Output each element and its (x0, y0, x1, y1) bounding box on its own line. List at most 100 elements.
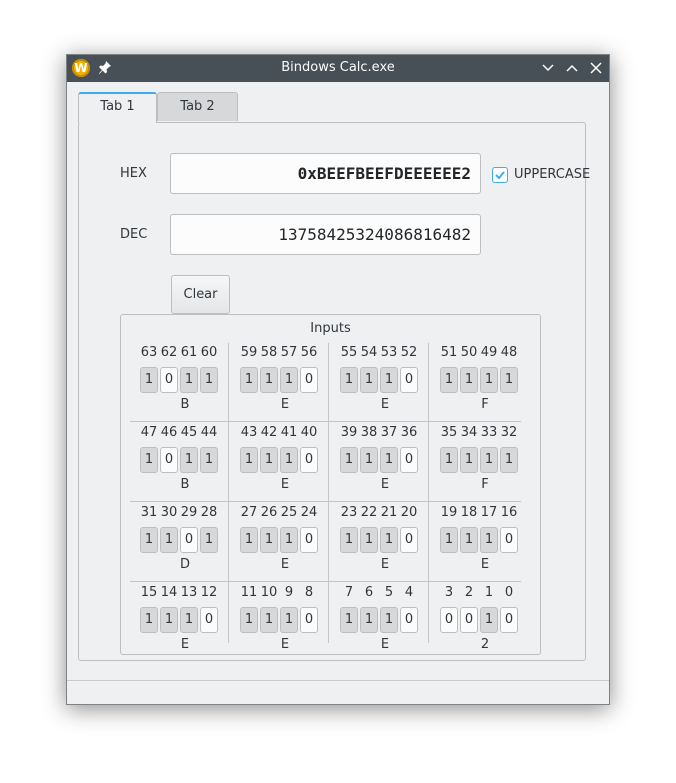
bit-toggle-button[interactable]: 0 (400, 607, 418, 633)
bit-number-label: 48 (500, 345, 518, 360)
minimize-icon[interactable] (540, 60, 556, 76)
bit-toggle-button[interactable]: 1 (340, 607, 358, 633)
nibble-hex-digit: E (280, 637, 290, 652)
bit-toggle-button[interactable]: 1 (280, 367, 298, 393)
bit-toggle-button[interactable]: 1 (140, 447, 158, 473)
bit-toggle-button[interactable]: 0 (300, 607, 318, 633)
bit-toggle-button[interactable]: 1 (140, 527, 158, 553)
clear-button[interactable]: Clear (171, 275, 230, 314)
bit-toggle-button[interactable]: 1 (340, 447, 358, 473)
bit-toggle-button[interactable]: 1 (200, 447, 218, 473)
close-icon[interactable] (588, 60, 604, 76)
nibble-hex-digit: E (480, 557, 490, 572)
hex-label: HEX (120, 166, 147, 181)
bit-toggle-button[interactable]: 1 (340, 527, 358, 553)
hex-field[interactable]: 0xBEEFBEEFDEEEEEE2 (170, 153, 481, 194)
bit-toggle-button[interactable]: 1 (260, 607, 278, 633)
bit-toggle-button[interactable]: 0 (460, 607, 478, 633)
bit-toggle-button[interactable]: 0 (180, 527, 198, 553)
bit-number-label: 1 (484, 585, 494, 600)
bit-toggle-button[interactable]: 1 (480, 367, 498, 393)
bit-number-label: 8 (304, 585, 314, 600)
bit-toggle-button[interactable]: 0 (160, 367, 178, 393)
row-divider (130, 581, 521, 582)
bit-number-label: 25 (280, 505, 298, 520)
bit-toggle-button[interactable]: 1 (440, 367, 458, 393)
bit-toggle-button[interactable]: 1 (180, 447, 198, 473)
checkmark-icon (495, 171, 505, 180)
bit-number-label: 12 (200, 585, 218, 600)
bit-toggle-button[interactable]: 1 (180, 607, 198, 633)
nibble-hex-digit: D (179, 557, 190, 572)
bit-number-label: 19 (440, 505, 458, 520)
bit-number-label: 13 (180, 585, 198, 600)
bit-toggle-button[interactable]: 1 (240, 447, 258, 473)
bit-toggle-button[interactable]: 0 (500, 527, 518, 553)
bit-number-label: 26 (260, 505, 278, 520)
maximize-icon[interactable] (564, 60, 580, 76)
bit-number-label: 10 (260, 585, 278, 600)
bit-toggle-button[interactable]: 1 (360, 447, 378, 473)
tab-1[interactable]: Tab 1 (78, 92, 157, 123)
bit-toggle-button[interactable]: 1 (500, 447, 518, 473)
bit-number-label: 2 (464, 585, 474, 600)
bit-toggle-button[interactable]: 0 (300, 447, 318, 473)
nibble-hex-digit: E (380, 397, 390, 412)
bit-toggle-button[interactable]: 1 (180, 367, 198, 393)
bit-toggle-button[interactable]: 0 (160, 447, 178, 473)
bit-toggle-button[interactable]: 1 (460, 447, 478, 473)
bit-toggle-button[interactable]: 0 (400, 447, 418, 473)
bit-toggle-button[interactable]: 1 (380, 527, 398, 553)
bit-toggle-button[interactable]: 1 (360, 367, 378, 393)
bit-toggle-button[interactable]: 1 (460, 367, 478, 393)
uppercase-checkbox[interactable] (492, 167, 508, 183)
bit-toggle-button[interactable]: 1 (260, 367, 278, 393)
bit-toggle-button[interactable]: 1 (280, 527, 298, 553)
bit-number-label: 29 (180, 505, 198, 520)
bit-toggle-button[interactable]: 0 (440, 607, 458, 633)
bit-toggle-button[interactable]: 1 (380, 447, 398, 473)
bit-number-label: 39 (340, 425, 358, 440)
bit-number-label: 20 (400, 505, 418, 520)
bit-toggle-button[interactable]: 1 (160, 527, 178, 553)
tab-2[interactable]: Tab 2 (157, 92, 238, 121)
bit-toggle-button[interactable]: 1 (240, 367, 258, 393)
title-bar[interactable]: W Bindows Calc.exe (67, 55, 609, 82)
bit-number-label: 6 (364, 585, 374, 600)
bit-toggle-button[interactable]: 0 (300, 527, 318, 553)
bit-toggle-button[interactable]: 1 (280, 447, 298, 473)
bit-toggle-button[interactable]: 1 (440, 527, 458, 553)
bit-toggle-button[interactable]: 1 (480, 447, 498, 473)
bit-toggle-button[interactable]: 1 (500, 367, 518, 393)
bit-toggle-button[interactable]: 1 (240, 527, 258, 553)
bit-toggle-button[interactable]: 1 (480, 607, 498, 633)
bit-toggle-button[interactable]: 0 (300, 367, 318, 393)
bit-toggle-button[interactable]: 1 (240, 607, 258, 633)
bit-number-label: 34 (460, 425, 478, 440)
bit-toggle-button[interactable]: 1 (380, 607, 398, 633)
bit-toggle-button[interactable]: 0 (400, 527, 418, 553)
bit-toggle-button[interactable]: 1 (460, 527, 478, 553)
bit-toggle-button[interactable]: 0 (400, 367, 418, 393)
bit-toggle-button[interactable]: 1 (340, 367, 358, 393)
bit-toggle-button[interactable]: 1 (480, 527, 498, 553)
bit-toggle-button[interactable]: 1 (380, 367, 398, 393)
bit-toggle-button[interactable]: 1 (260, 447, 278, 473)
bit-toggle-button[interactable]: 1 (160, 607, 178, 633)
bit-toggle-button[interactable]: 1 (280, 607, 298, 633)
bit-toggle-button[interactable]: 1 (440, 447, 458, 473)
bit-toggle-button[interactable]: 1 (140, 367, 158, 393)
bit-toggle-button[interactable]: 1 (360, 527, 378, 553)
bit-toggle-button[interactable]: 1 (200, 527, 218, 553)
dec-field[interactable]: 13758425324086816482 (170, 214, 481, 255)
bit-toggle-button[interactable]: 1 (140, 607, 158, 633)
bit-toggle-button[interactable]: 1 (200, 367, 218, 393)
bit-toggle-button[interactable]: 1 (360, 607, 378, 633)
bit-number-label: 60 (200, 345, 218, 360)
inputs-title: Inputs (310, 321, 351, 336)
bit-number-label: 47 (140, 425, 158, 440)
bit-toggle-button[interactable]: 0 (500, 607, 518, 633)
bit-toggle-button[interactable]: 0 (200, 607, 218, 633)
uppercase-label[interactable]: UPPERCASE (514, 167, 590, 182)
bit-toggle-button[interactable]: 1 (260, 527, 278, 553)
